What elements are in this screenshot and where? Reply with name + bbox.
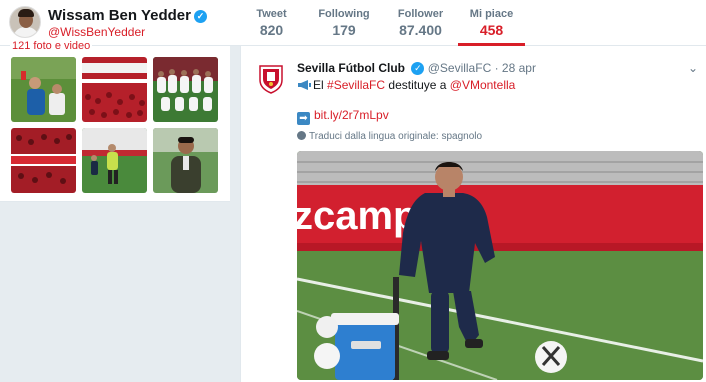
- tab-following-count: 179: [332, 22, 356, 38]
- tab-tweet-label: Tweet: [256, 8, 287, 20]
- tab-follower-count: 87.400: [399, 22, 442, 38]
- tweet-link-row: ➡ bit.ly/2r7mLpv: [297, 108, 389, 125]
- tweet-mention[interactable]: @VMontella: [450, 78, 516, 92]
- tweet-photo[interactable]: zcampo: [297, 151, 703, 380]
- arrow-right-icon: ➡: [297, 112, 310, 125]
- media-thumbnail[interactable]: [153, 128, 218, 193]
- tab-follower-label: Follower: [397, 8, 444, 20]
- verified-badge-icon: ✓: [411, 62, 425, 75]
- tweet-text-mid: destituye a: [388, 78, 447, 92]
- tab-following[interactable]: Following 179: [305, 0, 383, 46]
- translate-label: Traduci dalla lingua originale: spagnolo: [309, 131, 483, 142]
- profile-header: Wissam Ben Yedder ✓ @WissBenYedder Tweet …: [0, 0, 706, 46]
- media-thumbnail[interactable]: [153, 57, 218, 122]
- media-thumbnail[interactable]: [82, 57, 147, 122]
- media-thumbnail[interactable]: [82, 128, 147, 193]
- tweet-date[interactable]: 28 apr: [502, 61, 536, 75]
- tab-mi-piace-label: Mi piace: [469, 8, 514, 20]
- tweet-link[interactable]: bit.ly/2r7mLpv: [314, 108, 389, 122]
- tab-mi-piace-count: 458: [479, 22, 504, 38]
- tweet-header: Sevilla Fútbol Club ✓ @SevillaFC · 28 ap…: [297, 61, 536, 75]
- media-thumbnail[interactable]: [11, 57, 76, 122]
- chevron-down-icon[interactable]: ⌄: [688, 61, 698, 75]
- profile-name-row[interactable]: Wissam Ben Yedder ✓: [48, 7, 207, 24]
- profile-stats-nav: Tweet 820 Following 179 Follower 87.400 …: [240, 0, 527, 46]
- profile-name[interactable]: Wissam Ben Yedder: [48, 7, 191, 24]
- photo-grid-card: [0, 46, 230, 202]
- tweet-author-name[interactable]: Sevilla Fútbol Club: [297, 61, 405, 75]
- tweet-separator: ·: [494, 61, 499, 75]
- globe-icon: [297, 131, 306, 140]
- tweet-text-prefix: El: [313, 78, 324, 92]
- tab-following-label: Following: [318, 8, 370, 20]
- tweet-text: El #SevillaFC destituye a @VMontella: [297, 78, 515, 92]
- profile-avatar[interactable]: [9, 6, 41, 38]
- sevilla-crest-icon[interactable]: [257, 64, 285, 94]
- tab-mi-piace[interactable]: Mi piace 458: [458, 0, 525, 46]
- tweet-hashtag[interactable]: #SevillaFC: [327, 78, 385, 92]
- tab-tweet[interactable]: Tweet 820: [240, 0, 303, 46]
- megaphone-icon: [298, 80, 311, 90]
- tab-follower[interactable]: Follower 87.400: [385, 0, 456, 46]
- media-thumbnail[interactable]: [11, 128, 76, 193]
- tweet-author-handle[interactable]: @SevillaFC: [428, 61, 492, 75]
- verified-badge-icon: ✓: [193, 10, 207, 23]
- tab-tweet-count: 820: [259, 22, 284, 38]
- profile-handle[interactable]: @WissBenYedder: [48, 25, 145, 39]
- media-count-link[interactable]: 121 foto e video: [10, 40, 93, 52]
- translate-link[interactable]: Traduci dalla lingua originale: spagnolo: [297, 131, 482, 142]
- tweet-card: Sevilla Fútbol Club ✓ @SevillaFC · 28 ap…: [240, 46, 706, 382]
